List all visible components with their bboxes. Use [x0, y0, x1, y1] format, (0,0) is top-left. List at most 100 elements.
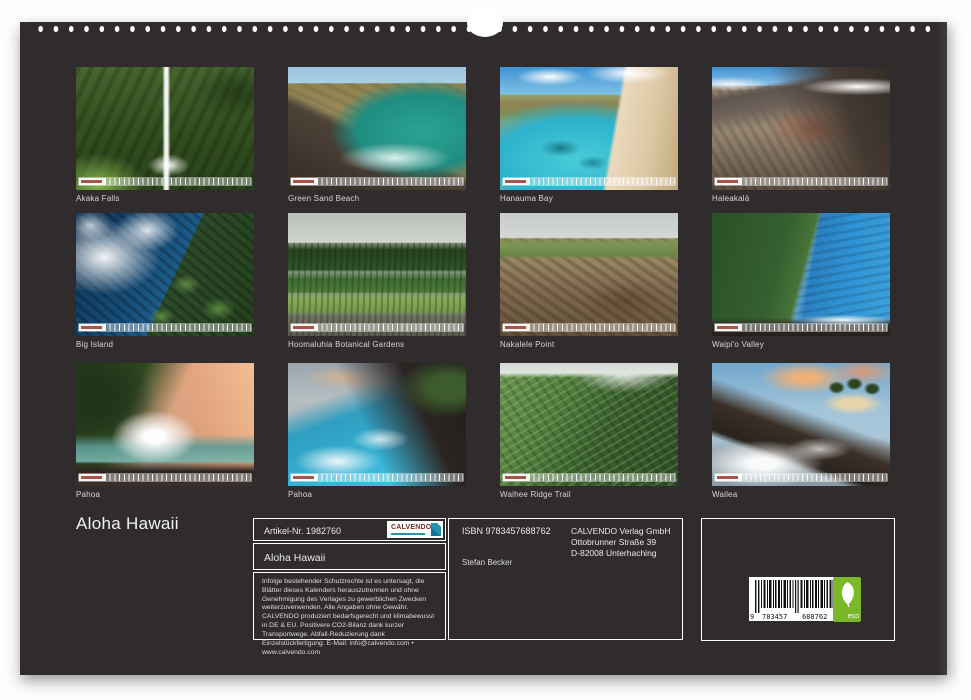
- month-thumbnail: Hanauma Bay: [500, 67, 678, 203]
- calvendo-logo-text-block: CALVENDO: [391, 524, 429, 535]
- month-thumbnail: Akaka Falls: [76, 67, 254, 203]
- month-thumbnail: Pahoa: [76, 363, 254, 499]
- calvendo-logo: CALVENDO: [387, 521, 443, 538]
- mini-calendar-month-label: [715, 178, 741, 185]
- month-photo-nakalele-point: [500, 213, 678, 336]
- month-thumbnail: Wailea: [712, 363, 890, 499]
- mini-calendar-month-label: [291, 474, 317, 481]
- month-thumbnail: Hoomaluhia Botanical Gardens: [288, 213, 466, 349]
- mini-calendar-month-label: [79, 324, 105, 331]
- month-photo-wailea: [712, 363, 890, 486]
- barcode-digit-lead: 9: [750, 613, 754, 621]
- month-photo-hanauma-bay: [500, 67, 678, 190]
- month-caption: Haleakalā: [712, 194, 890, 203]
- month-photo-waterfall: [76, 67, 254, 190]
- mini-calendar-strip: [291, 474, 463, 481]
- eco-label: eco: [848, 613, 859, 620]
- month-caption: Wailea: [712, 490, 890, 499]
- barcode-digits-right: 688762: [802, 613, 827, 621]
- month-caption: Waihee Ridge Trail: [500, 490, 678, 499]
- calvendo-calendar-icon: [431, 523, 441, 536]
- mini-calendar-days: [317, 178, 463, 185]
- artikel-nr: Artikel-Nr. 1982760: [264, 526, 341, 536]
- eco-logo: eco: [833, 577, 861, 622]
- mini-calendar-strip: [79, 178, 251, 185]
- month-caption: Pahoa: [288, 490, 466, 499]
- hanging-notch: [467, 9, 503, 37]
- title-box-text: Aloha Hawaii: [264, 552, 325, 564]
- mini-calendar-days: [529, 178, 675, 185]
- month-thumbnail: Haleakalā: [712, 67, 890, 203]
- mini-calendar-strip: [715, 474, 887, 481]
- mini-calendar-strip: [79, 324, 251, 331]
- mini-calendar-strip: [503, 178, 675, 185]
- month-thumbnail: Pahoa: [288, 363, 466, 499]
- month-thumbnail: Waihee Ridge Trail: [500, 363, 678, 499]
- calvendo-wordmark: CALVENDO: [391, 524, 429, 531]
- month-caption: Waipi'o Valley: [712, 340, 890, 349]
- month-photo-pahoa-sunset: [76, 363, 254, 486]
- month-photo-big-island-aerial: [76, 213, 254, 336]
- month-photo-botanical-gardens: [288, 213, 466, 336]
- month-thumbnail: Green Sand Beach: [288, 67, 466, 203]
- mini-calendar-strip: [715, 178, 887, 185]
- publisher-address: CALVENDO Verlag GmbH Ottobrunner Straße …: [571, 526, 671, 559]
- mini-calendar-days: [529, 474, 675, 481]
- mini-calendar-days: [105, 324, 251, 331]
- ean-barcode: 9 783457 688762: [749, 577, 846, 621]
- mini-calendar-month-label: [715, 324, 741, 331]
- mini-calendar-month-label: [79, 178, 105, 185]
- month-thumbnail: Big Island: [76, 213, 254, 349]
- mini-calendar-month-label: [503, 324, 529, 331]
- mini-calendar-month-label: [503, 474, 529, 481]
- month-photo-waipio-valley: [712, 213, 890, 336]
- calendar-title: Aloha Hawaii: [76, 514, 179, 534]
- mini-calendar-strip: [503, 474, 675, 481]
- legal-box: Infolge bestehender Schutzrechte ist es …: [253, 572, 446, 640]
- month-photo-pahoa-coast: [288, 363, 466, 486]
- month-photo-waihee-ridge: [500, 363, 678, 486]
- calendar-back-sheet: Akaka Falls Green Sand Beach Hanauma Bay: [20, 22, 947, 675]
- mini-calendar-month-label: [715, 474, 741, 481]
- isbn-box: ISBN 9783457688762 CALVENDO Verlag GmbH …: [448, 518, 683, 640]
- publisher-name: CALVENDO Verlag GmbH: [571, 526, 671, 537]
- mini-calendar-strip: [79, 474, 251, 481]
- mini-calendar-month-label: [503, 178, 529, 185]
- mini-calendar-strip: [715, 324, 887, 331]
- calvendo-tagline: [391, 533, 425, 535]
- mini-calendar-days: [741, 178, 887, 185]
- mini-calendar-month-label: [79, 474, 105, 481]
- mini-calendar-days: [105, 178, 251, 185]
- month-caption: Nakalele Point: [500, 340, 678, 349]
- month-thumbnail: Nakalele Point: [500, 213, 678, 349]
- isbn-number: ISBN 9783457688762: [462, 526, 551, 536]
- month-caption: Akaka Falls: [76, 194, 254, 203]
- artikel-box: Artikel-Nr. 1982760 CALVENDO: [253, 518, 446, 541]
- barcode-box: 9 783457 688762 eco: [701, 518, 895, 641]
- mini-calendar-days: [317, 324, 463, 331]
- author-name: Stefan Becker: [462, 558, 512, 567]
- mini-calendar-days: [529, 324, 675, 331]
- mini-calendar-month-label: [291, 178, 317, 185]
- publisher-city: D-82008 Unterhaching: [571, 548, 671, 559]
- month-caption: Big Island: [76, 340, 254, 349]
- mini-calendar-days: [317, 474, 463, 481]
- month-caption: Hoomaluhia Botanical Gardens: [288, 340, 466, 349]
- mini-calendar-strip: [291, 178, 463, 185]
- mini-calendar-strip: [291, 324, 463, 331]
- month-photo-haleakala: [712, 67, 890, 190]
- mini-calendar-days: [105, 474, 251, 481]
- product-photo-calendar-back: Akaka Falls Green Sand Beach Hanauma Bay: [0, 0, 971, 700]
- month-caption: Hanauma Bay: [500, 194, 678, 203]
- legal-text: Infolge bestehender Schutzrechte ist es …: [262, 578, 439, 657]
- title-box: Aloha Hawaii: [253, 543, 446, 570]
- mini-calendar-strip: [503, 324, 675, 331]
- mini-calendar-month-label: [291, 324, 317, 331]
- month-photo-green-sand-beach: [288, 67, 466, 190]
- month-caption: Pahoa: [76, 490, 254, 499]
- month-thumbnail: Waipi'o Valley: [712, 213, 890, 349]
- month-caption: Green Sand Beach: [288, 194, 466, 203]
- barcode-digits-left: 783457: [762, 613, 787, 621]
- publisher-street: Ottobrunner Straße 39: [571, 537, 671, 548]
- mini-calendar-days: [741, 324, 887, 331]
